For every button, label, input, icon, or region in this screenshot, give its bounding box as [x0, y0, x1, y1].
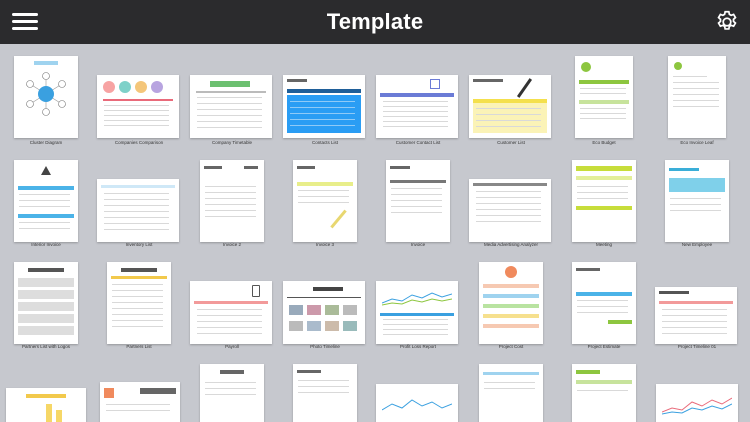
template-item[interactable]: New Employee — [654, 158, 740, 250]
template-item[interactable]: Invoice 3 — [282, 158, 368, 250]
template-label: Payroll — [225, 344, 239, 349]
template-label: Eco Budget — [592, 140, 616, 145]
template-thumbnail[interactable] — [572, 160, 636, 242]
template-label: Invoice 2 — [222, 242, 241, 247]
template-item[interactable]: Companies Comparison — [96, 56, 182, 148]
template-label: Profit Loss Report — [399, 344, 436, 349]
template-item[interactable]: Invoice — [375, 158, 461, 250]
template-thumbnail[interactable] — [100, 382, 180, 422]
template-item[interactable]: Inventory List — [96, 158, 182, 250]
template-label: Customer Contact List — [395, 140, 441, 145]
template-label: Project Estimate — [587, 344, 621, 349]
template-label: Partners List — [126, 344, 152, 349]
template-thumbnail[interactable] — [376, 281, 458, 344]
template-label: Customer List — [497, 140, 525, 145]
template-thumbnail[interactable] — [572, 262, 636, 344]
menu-line — [12, 13, 38, 16]
template-thumbnail[interactable] — [97, 179, 179, 242]
menu-icon[interactable] — [12, 12, 38, 32]
template-item[interactable]: Invoice 2 — [189, 158, 275, 250]
template-thumbnail[interactable] — [6, 388, 86, 422]
template-label: Media Advertising Analyzer — [483, 242, 539, 247]
template-label: Interior Invoice — [31, 242, 61, 247]
template-thumbnail[interactable] — [14, 160, 78, 242]
template-thumbnail[interactable] — [575, 56, 633, 138]
template-item[interactable]: Eco Invoice Leaf — [654, 56, 740, 148]
template-item[interactable]: Project Estimate — [561, 260, 647, 352]
template-label: Photo Timeline — [310, 344, 340, 349]
template-thumbnail[interactable] — [190, 75, 272, 138]
template-item[interactable]: Photo Timeline — [282, 260, 368, 352]
gear-icon[interactable] — [714, 9, 740, 35]
template-thumbnail[interactable] — [479, 364, 543, 422]
template-item[interactable]: Cluster Diagram — [3, 56, 89, 148]
template-label: Invoice 3 — [315, 242, 334, 247]
template-thumbnail[interactable] — [200, 160, 264, 242]
template-item[interactable]: Eco Budget — [561, 56, 647, 148]
template-thumbnail[interactable] — [107, 262, 171, 344]
template-item[interactable]: Customer Contact List — [375, 56, 461, 148]
template-item[interactable]: Partners List with Logos — [3, 260, 89, 352]
template-label: Contacts List — [311, 140, 338, 145]
template-item[interactable]: Media Advertising Analyzer — [468, 158, 554, 250]
template-thumbnail[interactable] — [665, 160, 729, 242]
template-label: Invoice — [410, 242, 426, 247]
template-item[interactable]: Meeting — [561, 158, 647, 250]
template-label: Eco Invoice Leaf — [680, 140, 714, 145]
template-item[interactable]: Interior Invoice — [3, 158, 89, 250]
template-item[interactable]: Partners List — [96, 260, 182, 352]
template-label: Project Timeline 01 — [677, 344, 717, 349]
menu-line — [12, 27, 38, 30]
template-thumbnail[interactable] — [293, 160, 357, 242]
template-thumbnail[interactable] — [190, 281, 272, 344]
template-thumbnail[interactable] — [386, 160, 450, 242]
template-item[interactable]: Project Timeline 01 — [654, 260, 740, 352]
template-thumbnail[interactable] — [376, 75, 458, 138]
menu-line — [12, 20, 38, 23]
page-title: Template — [326, 9, 424, 34]
template-label: Companies Comparison — [114, 140, 164, 145]
template-thumbnail[interactable] — [668, 56, 726, 138]
template-label: New Employee — [681, 242, 713, 247]
template-label: Meeting — [595, 242, 612, 247]
top-bar: Template — [0, 0, 750, 44]
template-item[interactable]: Payroll — [189, 260, 275, 352]
template-thumbnail[interactable] — [200, 364, 264, 422]
template-label: Inventory List — [125, 242, 153, 247]
template-thumbnail[interactable] — [14, 262, 78, 344]
template-item[interactable]: Profit Loss Report — [375, 260, 461, 352]
template-thumbnail[interactable] — [14, 56, 78, 138]
template-label: Partners List with Logos — [21, 344, 71, 349]
template-label: Project Cost — [498, 344, 524, 349]
template-thumbnail[interactable] — [283, 75, 365, 138]
template-thumbnail[interactable] — [655, 287, 737, 344]
template-label: Company Timetable — [211, 140, 253, 145]
template-grid: Cluster Diagram Companies Comparison Com… — [0, 44, 750, 422]
template-item[interactable]: Contacts List — [282, 56, 368, 148]
template-thumbnail[interactable] — [293, 364, 357, 422]
template-thumbnail[interactable] — [656, 384, 738, 422]
template-thumbnail[interactable] — [469, 179, 551, 242]
template-label: Cluster Diagram — [29, 140, 63, 145]
template-thumbnail[interactable] — [479, 262, 543, 344]
template-thumbnail[interactable] — [469, 75, 551, 138]
template-thumbnail[interactable] — [97, 75, 179, 138]
template-item[interactable]: Company Timetable — [189, 56, 275, 148]
template-thumbnail[interactable] — [572, 364, 636, 422]
template-item[interactable]: Customer List — [468, 56, 554, 148]
template-item[interactable]: Project Cost — [468, 260, 554, 352]
template-thumbnail[interactable] — [283, 281, 365, 344]
template-thumbnail[interactable] — [376, 384, 458, 422]
